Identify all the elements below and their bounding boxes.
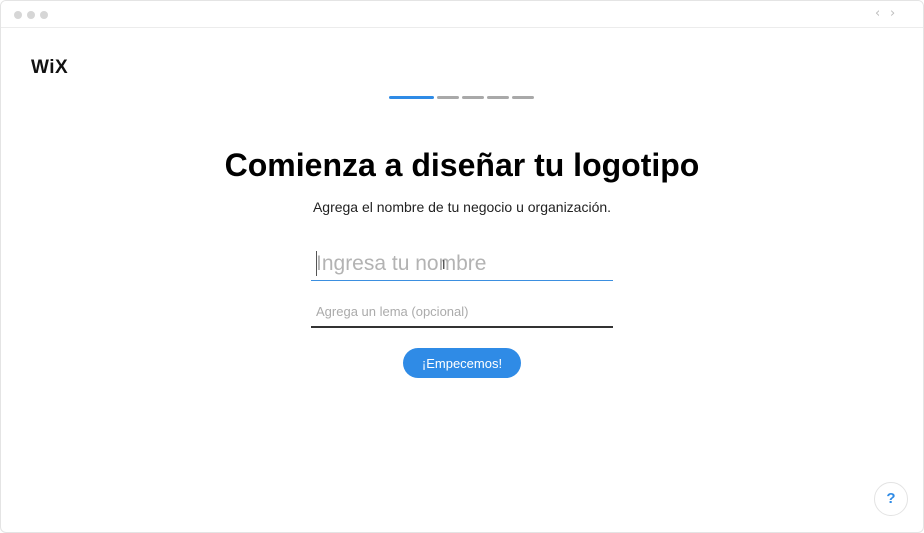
window-minimize-dot[interactable] <box>27 11 35 19</box>
business-name-input[interactable] <box>311 247 613 281</box>
progress-step-2 <box>437 96 459 99</box>
window-close-dot[interactable] <box>14 11 22 19</box>
wix-logo: WiX <box>31 57 69 78</box>
progress-step-4 <box>487 96 509 99</box>
text-caret <box>316 251 317 276</box>
lets-start-button[interactable]: ¡Empecemos! <box>403 348 521 378</box>
motto-input[interactable] <box>311 297 613 328</box>
forward-arrow-icon[interactable]: › <box>890 5 895 23</box>
page-subtitle: Agrega el nombre de tu negocio u organiz… <box>312 199 612 215</box>
text-cursor-icon: I <box>442 258 446 272</box>
browser-window: ‹ › WiX Comienza a diseñar tu logotipo A… <box>0 0 924 533</box>
window-titlebar: ‹ › <box>1 1 923 28</box>
progress-step-3 <box>462 96 484 99</box>
progress-step-1 <box>389 96 434 99</box>
back-arrow-icon[interactable]: ‹ <box>875 5 880 23</box>
progress-step-5 <box>512 96 534 99</box>
page-title: Comienza a diseñar tu logotipo <box>224 147 700 183</box>
window-maximize-dot[interactable] <box>40 11 48 19</box>
help-button[interactable]: ? <box>874 482 908 516</box>
